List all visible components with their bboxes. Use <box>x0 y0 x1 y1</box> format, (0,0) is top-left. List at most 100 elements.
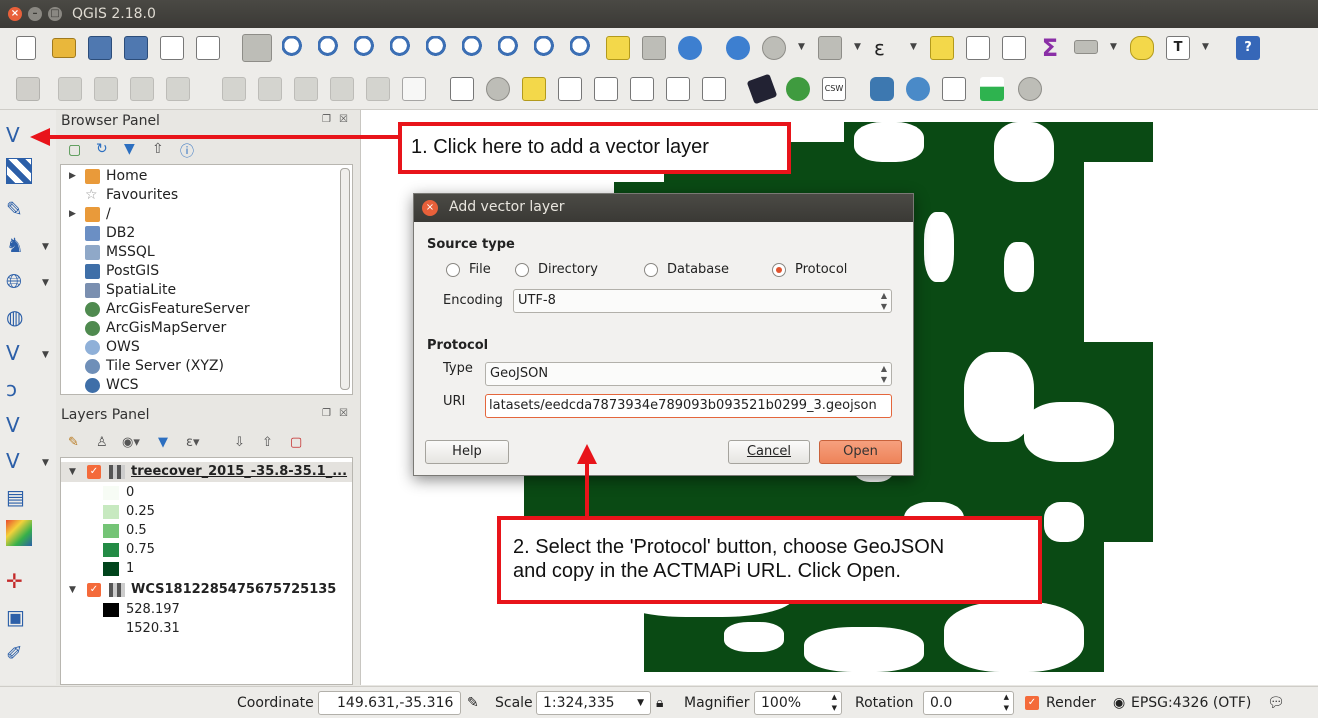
field-calculator-icon[interactable] <box>1002 36 1026 60</box>
rotation-field[interactable]: 0.0 ▲ ▼ <box>923 691 1014 715</box>
help-icon[interactable]: ? <box>1236 36 1260 60</box>
layers-tree[interactable]: ▼ ✓ treecover_2015_-35.8-35.1_... 0 0.25… <box>60 457 353 685</box>
radio-file[interactable] <box>446 263 460 277</box>
plugin-manager-icon[interactable] <box>1018 77 1042 101</box>
browser-scrollbar[interactable] <box>340 168 350 390</box>
world-icon[interactable] <box>906 77 930 101</box>
pan-map-icon[interactable] <box>242 34 272 62</box>
attribute-table-icon[interactable] <box>966 36 990 60</box>
add-wfs-layer-icon[interactable]: V <box>6 340 32 366</box>
crs-label[interactable]: EPSG:4326 (OTF) <box>1131 695 1251 711</box>
digitize-icon[interactable]: ✛ <box>6 568 32 594</box>
chevron-down-icon[interactable]: ▼ <box>910 42 917 52</box>
georeferencer-icon[interactable] <box>746 73 778 105</box>
zoom-full-icon[interactable] <box>426 36 450 60</box>
visibility-icon[interactable]: ◉▾ <box>122 435 140 450</box>
expand-arrow-icon[interactable]: ▶ <box>69 167 76 186</box>
cancel-button[interactable]: Cancel <box>728 440 810 464</box>
browser-tree[interactable]: ▶ Home ☆ Favourites ▶ / DB2 MSSQL PostGI… <box>60 164 353 395</box>
expand-arrow-icon[interactable]: ▶ <box>69 205 76 224</box>
identify-icon[interactable] <box>726 36 750 60</box>
extents-toggle-icon[interactable]: ✎ <box>467 695 479 711</box>
add-wms-layer-icon[interactable]: 🌐︎ <box>6 268 32 294</box>
zoom-next-icon[interactable] <box>570 36 594 60</box>
close-window-icon[interactable]: × <box>8 7 22 21</box>
chevron-down-icon[interactable]: ▼ <box>42 242 49 252</box>
chevron-down-icon[interactable]: ▼ <box>42 278 49 288</box>
zoom-out-icon[interactable] <box>354 36 378 60</box>
paste-features-icon[interactable] <box>366 77 390 101</box>
add-virtual-layer-icon[interactable]: V <box>6 412 32 438</box>
new-bookmark-icon[interactable] <box>606 36 630 60</box>
close-panel-icon[interactable]: ☒ <box>339 408 348 419</box>
show-bookmarks-icon[interactable] <box>642 36 666 60</box>
layer-labeling-icon[interactable] <box>450 77 474 101</box>
add-spatialite-layer-icon[interactable]: ✎ <box>6 196 32 222</box>
float-panel-icon[interactable]: ❐ <box>322 114 331 125</box>
map-tips-icon[interactable] <box>1130 36 1154 60</box>
add-vector-layer-icon[interactable]: V <box>6 122 32 148</box>
close-icon[interactable]: × <box>422 200 438 216</box>
expand-all-icon[interactable]: ⇩ <box>234 435 245 450</box>
chevron-down-icon[interactable]: ▼ <box>42 458 49 468</box>
select-features-icon[interactable] <box>818 36 842 60</box>
diagram-options-icon[interactable] <box>486 77 510 101</box>
pin-labels-icon[interactable] <box>558 77 582 101</box>
statistical-summary-icon[interactable]: Σ <box>1038 36 1062 60</box>
zoom-to-layer-icon[interactable] <box>498 36 522 60</box>
remove-layer-icon[interactable]: ▢ <box>290 435 302 450</box>
crs-globe-icon[interactable]: ◉ <box>1113 695 1125 711</box>
chevron-down-icon[interactable]: ▼ <box>854 42 861 52</box>
filter-legend-icon[interactable]: ▼ <box>158 435 168 450</box>
chevron-down-icon[interactable]: ▼ <box>1202 42 1209 52</box>
csw-icon[interactable]: CSW <box>822 77 846 101</box>
save-edits-icon[interactable] <box>94 77 118 101</box>
save-as-icon[interactable] <box>124 36 148 60</box>
add-wcs-layer-icon[interactable]: ◍ <box>6 304 32 330</box>
add-feature-icon[interactable] <box>130 77 154 101</box>
lock-scale-icon[interactable]: 🔒︎ <box>656 695 663 711</box>
magnifier-field[interactable]: 100% ▲ ▼ <box>754 691 842 715</box>
rotate-label-icon[interactable] <box>666 77 690 101</box>
open-project-icon[interactable] <box>52 38 76 58</box>
chevron-down-icon[interactable]: ▼ <box>42 350 49 360</box>
minimize-window-icon[interactable]: – <box>28 7 42 21</box>
cut-features-icon[interactable] <box>294 77 318 101</box>
node-tool-icon[interactable] <box>222 77 246 101</box>
help-button[interactable]: Help <box>425 440 509 464</box>
measure-line-icon[interactable] <box>1074 40 1098 54</box>
radio-directory[interactable] <box>515 263 529 277</box>
scale-select[interactable]: 1:324,335 ▼ <box>536 691 651 715</box>
add-layer-from-db-icon[interactable]: ▣ <box>6 604 32 630</box>
maximize-window-icon[interactable]: □ <box>48 7 62 21</box>
encoding-select[interactable]: UTF-8 ▲ ▼ <box>513 289 892 313</box>
filter-expression-icon[interactable]: ε▾ <box>186 435 200 450</box>
zoom-to-selection-icon[interactable] <box>462 36 486 60</box>
move-label-icon[interactable] <box>630 77 654 101</box>
current-edits-icon[interactable] <box>16 77 40 101</box>
run-action-icon[interactable] <box>762 36 786 60</box>
delete-selected-icon[interactable] <box>258 77 282 101</box>
zoom-last-icon[interactable] <box>534 36 558 60</box>
layer-visibility-checkbox[interactable]: ✓ <box>87 583 101 597</box>
chevron-down-icon[interactable]: ▼ <box>1110 42 1117 52</box>
terrain-icon[interactable] <box>980 77 1004 101</box>
collapse-arrow-icon[interactable]: ▼ <box>69 462 76 482</box>
add-delimited-text-layer-icon[interactable]: ↄ <box>6 376 32 402</box>
uri-input[interactable]: latasets/eedcda7873934e789093b093521b029… <box>485 394 892 418</box>
gps-tools-icon[interactable]: ✐ <box>6 640 32 666</box>
radio-database[interactable] <box>644 263 658 277</box>
show-hide-labels-icon[interactable] <box>594 77 618 101</box>
add-db2-layer-icon[interactable] <box>6 520 32 546</box>
layer-row-treecover[interactable]: ▼ ✓ treecover_2015_-35.8-35.1_... <box>61 462 352 482</box>
radio-protocol[interactable] <box>772 263 786 277</box>
collapse-all-icon[interactable]: ⇧ <box>262 435 273 450</box>
open-button[interactable]: Open <box>819 440 902 464</box>
save-project-icon[interactable] <box>88 36 112 60</box>
deselect-all-icon[interactable] <box>930 36 954 60</box>
add-mssql-layer-icon[interactable]: ▤ <box>6 484 32 510</box>
zoom-native-icon[interactable] <box>390 36 414 60</box>
chevron-down-icon[interactable]: ▼ <box>798 42 805 52</box>
zoom-in-icon[interactable] <box>318 36 342 60</box>
collapse-arrow-icon[interactable]: ▼ <box>69 580 76 600</box>
